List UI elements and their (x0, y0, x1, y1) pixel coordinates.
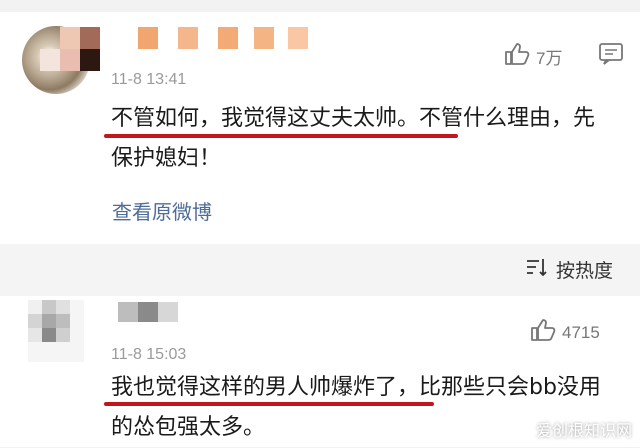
username-pixelated-1c (138, 27, 308, 49)
comment-time-1: 11-8 13:41 (111, 71, 187, 88)
thumbs-up-icon (504, 42, 530, 71)
username-pixelated-1[interactable] (60, 27, 120, 49)
highlight-underline-1 (104, 134, 458, 138)
sort-label: 按热度 (556, 260, 614, 282)
top-border (0, 0, 640, 12)
sort-by-hot-button[interactable]: 按热度 (526, 256, 613, 283)
like-button-2[interactable]: 4715 (530, 318, 600, 347)
like-count-2: 4715 (562, 322, 600, 342)
username-pixelated-2[interactable] (118, 302, 178, 324)
username-pixelated-1b (40, 49, 100, 71)
avatar-comment-2[interactable] (28, 300, 84, 362)
sort-icon (526, 257, 548, 282)
comment-text-1: 不管如何，我觉得这丈夫太帅。不管什么理由，先保护媳妇！ (111, 106, 596, 171)
comment-icon[interactable] (598, 42, 624, 70)
like-count-1: 7万 (536, 49, 563, 68)
highlight-underline-2 (104, 402, 434, 406)
view-original-link[interactable]: 查看原微博 (112, 196, 212, 225)
like-button-1[interactable]: 7万 (504, 42, 562, 71)
thumbs-up-icon (530, 318, 556, 347)
watermark: 爱创根知识网 (535, 421, 632, 440)
comment-time-2: 11-8 15:03 (111, 346, 187, 363)
